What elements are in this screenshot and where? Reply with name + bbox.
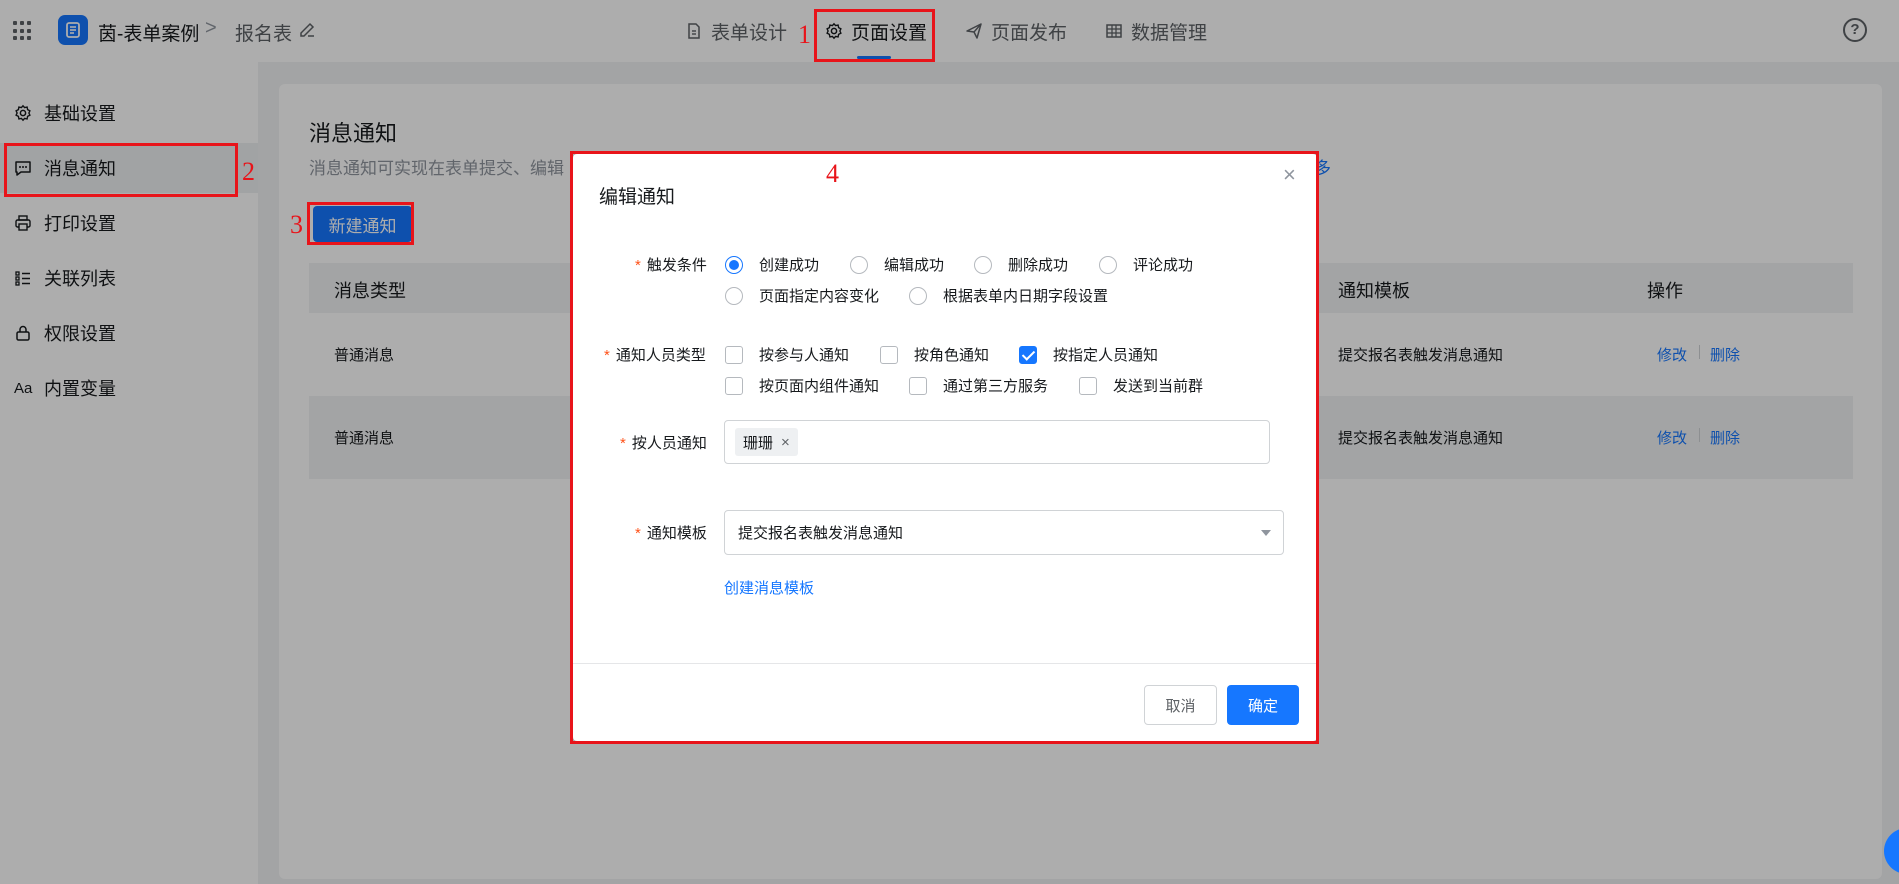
- annotation-number-2: 2: [242, 157, 255, 186]
- annotation-number-3: 3: [290, 210, 303, 239]
- annotation-number-4: 4: [826, 159, 839, 188]
- annotation-number-1: 1: [798, 20, 811, 49]
- annotation-box-2: [4, 143, 238, 197]
- annotation-box-1: [814, 9, 935, 62]
- annotation-box-3: [307, 202, 414, 245]
- annotation-box-4: [570, 151, 1319, 744]
